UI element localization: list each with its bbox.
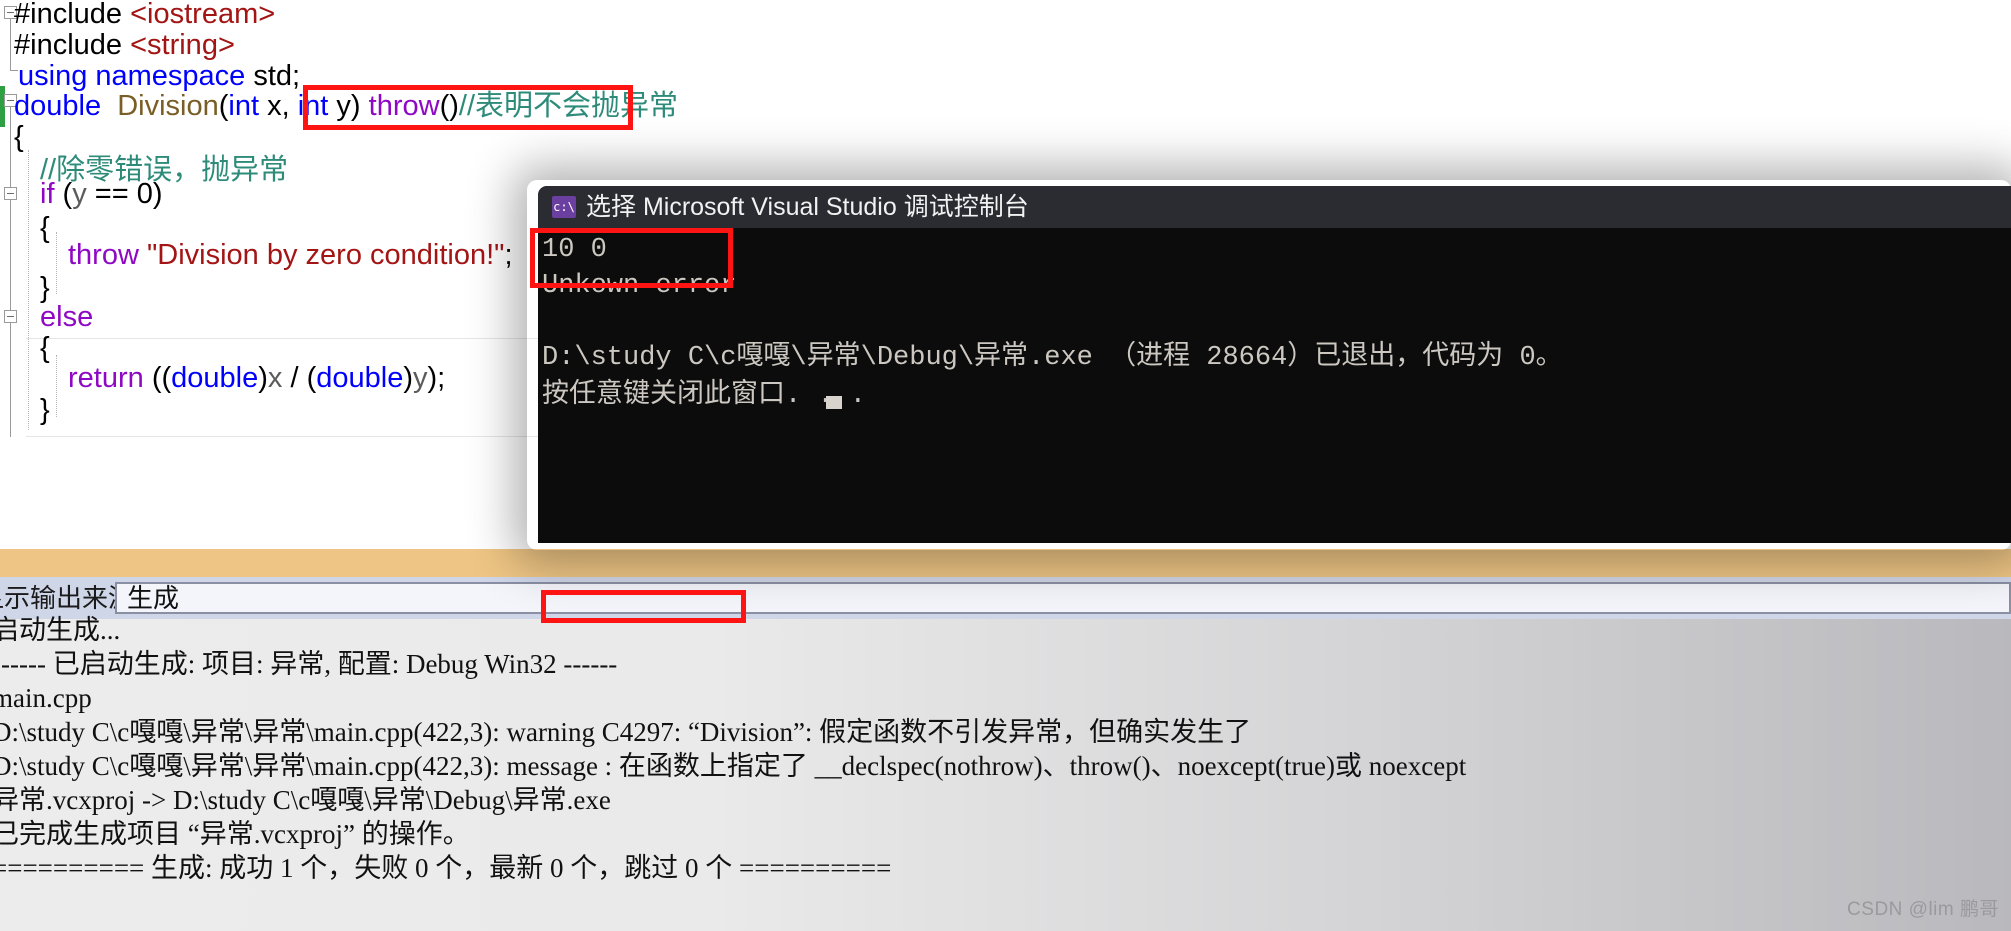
code-token: int: [228, 90, 260, 122]
csdn-watermark: CSDN @lim 鹏哥: [1847, 899, 1999, 920]
code-token: double: [171, 362, 259, 394]
code-token: {: [40, 332, 50, 364]
output-text-area[interactable]: 启动生成... ------ 已启动生成: 项目: 异常, 配置: Debug W…: [0, 615, 2011, 931]
output-line: D:\study C\c嘎嘎\异常\异常\main.cpp(422,3): me…: [0, 751, 1467, 781]
output-line: 启动生成...: [0, 615, 121, 645]
code-token: if: [40, 178, 55, 210]
code-token: y): [328, 90, 369, 122]
code-token: "Division by zero condition!": [146, 239, 505, 271]
outline-collapse-if[interactable]: [4, 187, 17, 200]
output-source-value: 生成: [127, 583, 180, 613]
outline-vline-function: [10, 107, 11, 437]
console-window[interactable]: c:\ 选择 Microsoft Visual Studio 调试控制台 10 …: [538, 186, 2011, 543]
output-line: D:\study C\c嘎嘎\异常\异常\main.cpp(422,3): wa…: [0, 717, 1252, 747]
code-token: x: [267, 362, 283, 394]
console-line: 10 0: [542, 235, 607, 265]
code-token: (: [54, 178, 73, 210]
code-token: double: [14, 90, 102, 122]
console-line: Unkown error: [542, 271, 737, 301]
code-line[interactable]: throw "Division by zero condition!";: [68, 235, 513, 276]
code-line[interactable]: double Division(int x, int y) throw()//表…: [14, 86, 678, 127]
output-line: 异常.vcxproj -> D:\study C\c嘎嘎\异常\Debug\异常…: [0, 785, 611, 815]
code-token: (: [218, 90, 229, 122]
code-token: ((: [143, 362, 172, 394]
code-token: ): [403, 362, 414, 394]
code-token: (): [439, 90, 459, 122]
console-line: D:\study C\c嘎嘎\异常\Debug\异常.exe （进程 28664…: [542, 343, 1563, 373]
code-token: y: [72, 178, 87, 210]
code-line[interactable]: return ((double)x / (double)y);: [68, 358, 445, 399]
console-window-title: 选择 Microsoft Visual Studio 调试控制台: [586, 193, 1029, 221]
console-line: 按任意键关闭此窗口. . .: [542, 381, 867, 411]
code-token: double: [316, 362, 404, 394]
console-app-icon-glyph: c:\: [553, 200, 575, 214]
code-token: throw: [68, 239, 139, 271]
code-token: y: [413, 362, 428, 394]
outline-collapse-else[interactable]: [4, 310, 17, 323]
screenshot-root: #include <iostream> #include <string> usin…: [0, 0, 2011, 931]
output-line: 已完成生成项目 “异常.vcxproj” 的操作。: [0, 819, 470, 849]
code-line[interactable]: {: [40, 208, 50, 249]
output-source-select[interactable]: 生成: [115, 582, 2011, 614]
indent-guide-1: [28, 150, 29, 430]
console-output-area[interactable]: 10 0 Unkown error D:\study C\c嘎嘎\异常\Debug\…: [538, 228, 2011, 543]
code-token: {: [40, 212, 50, 244]
console-titlebar[interactable]: c:\ 选择 Microsoft Visual Studio 调试控制台: [538, 186, 2011, 228]
code-token: == 0): [86, 178, 163, 210]
code-line[interactable]: if (y == 0): [40, 174, 163, 215]
code-token: / (: [282, 362, 317, 394]
code-token: ;: [504, 239, 513, 271]
output-window[interactable]: 显示输出来源(S): 生成 启动生成...------ 已启动生成: 项目: 异…: [0, 549, 2011, 931]
code-token: {: [14, 121, 24, 153]
code-line[interactable]: }: [40, 390, 50, 431]
code-line[interactable]: {: [14, 117, 24, 158]
outline-vline-includes-foot: [10, 70, 18, 71]
code-token: x,: [259, 90, 298, 122]
output-line: ========== 生成: 成功 1 个，失败 0 个，最新 0 个，跳过 0…: [0, 853, 892, 883]
code-token: return: [68, 362, 144, 394]
code-token: throw: [368, 90, 440, 122]
code-token: );: [427, 362, 446, 394]
output-line: main.cpp: [0, 683, 92, 713]
code-token: }: [40, 394, 50, 426]
code-line[interactable]: {: [40, 328, 50, 369]
output-pane-top-accent: [0, 549, 2011, 577]
outline-vline-includes: [10, 19, 11, 71]
code-token: int: [297, 90, 329, 122]
indent-guide-2: [56, 232, 57, 294]
code-token: ): [258, 362, 268, 394]
console-cursor: [826, 396, 842, 409]
output-line: ------ 已启动生成: 项目: 异常, 配置: Debug Win32 --…: [0, 649, 618, 679]
indent-guide-3: [56, 355, 57, 417]
code-token: Division: [117, 90, 219, 122]
code-token: //表明不会抛异常: [458, 90, 679, 122]
console-app-icon: c:\: [552, 196, 576, 218]
